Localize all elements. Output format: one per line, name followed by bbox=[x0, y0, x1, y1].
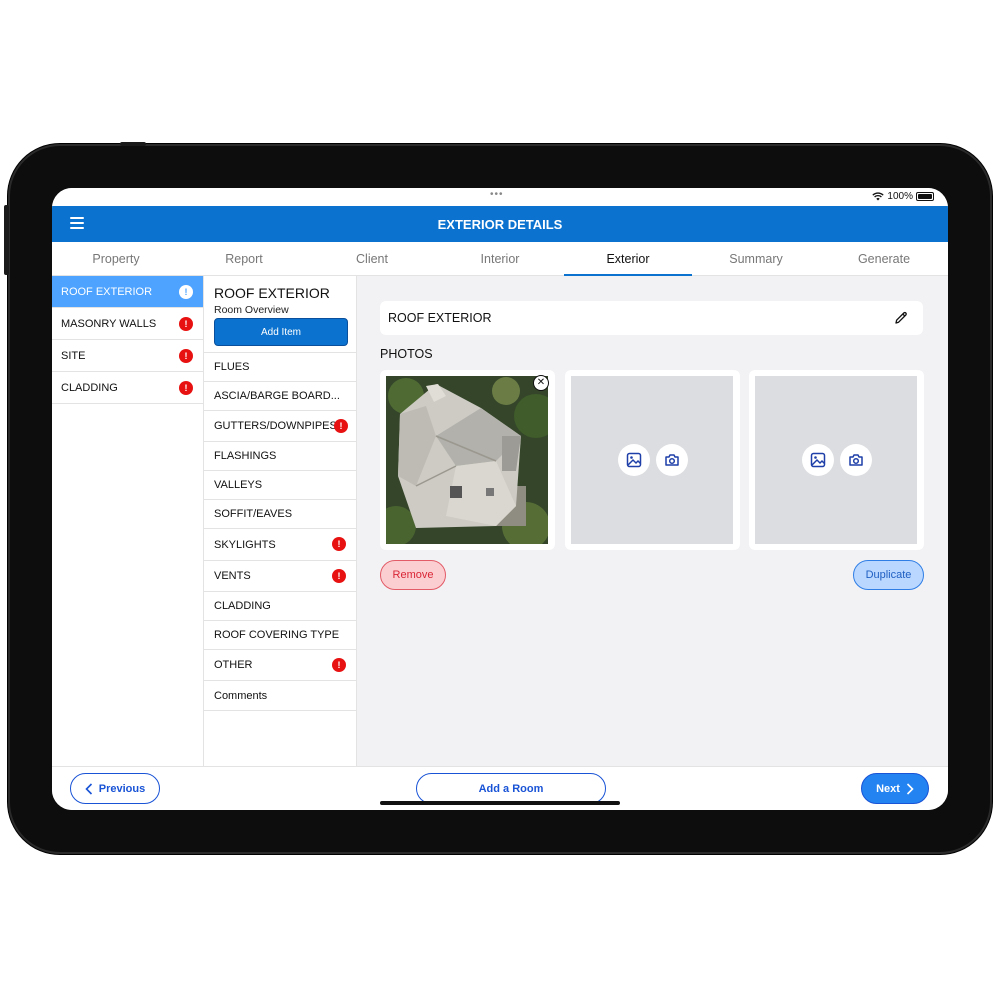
tab-exterior[interactable]: Exterior bbox=[564, 242, 692, 276]
alert-badge: ! bbox=[179, 285, 193, 299]
gallery-icon[interactable] bbox=[801, 444, 834, 476]
item-label: OTHER bbox=[214, 659, 253, 671]
tab-report[interactable]: Report bbox=[180, 242, 308, 275]
tab-bar: Property Report Client Interior Exterior… bbox=[52, 242, 948, 276]
camera-icon[interactable] bbox=[839, 444, 872, 476]
room-item-masonry-walls[interactable]: MASONRY WALLS ! bbox=[52, 308, 203, 340]
pencil-icon[interactable] bbox=[893, 310, 909, 326]
room-label: SITE bbox=[61, 349, 86, 362]
room-item-roof-exterior[interactable]: ROOF EXTERIOR ! bbox=[52, 276, 203, 308]
photo-card-2 bbox=[565, 370, 740, 550]
list-item[interactable]: ASCIA/BARGE BOARD... bbox=[204, 382, 356, 411]
app-header: EXTERIOR DETAILS bbox=[52, 206, 948, 242]
item-label: FLASHINGS bbox=[214, 450, 277, 462]
tab-summary[interactable]: Summary bbox=[692, 242, 820, 275]
item-label: FLUES bbox=[214, 361, 250, 373]
next-label: Next bbox=[876, 782, 900, 795]
list-item[interactable]: GUTTERS/DOWNPIPES ! bbox=[204, 411, 356, 442]
next-button[interactable]: Next bbox=[861, 773, 929, 804]
list-item[interactable]: FLUES bbox=[204, 353, 356, 382]
chevron-left-icon bbox=[85, 782, 92, 795]
room-label: MASONRY WALLS bbox=[61, 317, 157, 330]
item-label: ASCIA/BARGE BOARD... bbox=[214, 390, 340, 402]
list-item[interactable]: SKYLIGHTS ! bbox=[204, 529, 356, 561]
room-label: CLADDING bbox=[61, 381, 118, 394]
photo-actions bbox=[617, 444, 688, 476]
chevron-right-icon bbox=[906, 782, 914, 795]
alert-badge: ! bbox=[332, 569, 346, 583]
room-list: ROOF EXTERIOR ! MASONRY WALLS ! SITE ! C… bbox=[52, 276, 204, 766]
room-item-site[interactable]: SITE ! bbox=[52, 340, 203, 372]
item-label: VALLEYS bbox=[214, 479, 263, 491]
item-label: GUTTERS/DOWNPIPES bbox=[214, 420, 337, 432]
alert-badge: ! bbox=[332, 537, 346, 551]
roof-photo[interactable] bbox=[386, 376, 548, 544]
photo-card-1: ✕ bbox=[380, 370, 555, 550]
battery-icon bbox=[916, 192, 934, 201]
room-item-cladding[interactable]: CLADDING ! bbox=[52, 372, 203, 404]
photo-actions bbox=[801, 444, 872, 476]
alert-badge: ! bbox=[179, 317, 193, 331]
list-item[interactable]: FLASHINGS bbox=[204, 442, 356, 471]
alert-badge: ! bbox=[334, 419, 348, 433]
gallery-icon[interactable] bbox=[617, 444, 650, 476]
duplicate-button[interactable]: Duplicate bbox=[853, 560, 924, 590]
tab-generate[interactable]: Generate bbox=[820, 242, 948, 275]
page-title: EXTERIOR DETAILS bbox=[437, 217, 563, 232]
list-item[interactable]: Comments bbox=[204, 681, 356, 711]
main-panel: ROOF EXTERIOR PHOTOS ✕ Remove Duplicate bbox=[357, 276, 948, 766]
close-icon[interactable]: ✕ bbox=[533, 375, 549, 391]
item-label: SOFFIT/EAVES bbox=[214, 508, 293, 520]
app-screen: ••• 100% EXTERIOR DETAILS Property Repor… bbox=[52, 188, 948, 810]
tab-property[interactable]: Property bbox=[52, 242, 180, 275]
room-name: ROOF EXTERIOR bbox=[388, 311, 492, 325]
bottom-bar: Previous Add a Room Next bbox=[52, 766, 948, 810]
previous-label: Previous bbox=[98, 782, 146, 795]
add-item-button[interactable]: Add Item bbox=[214, 318, 348, 346]
list-item[interactable]: ROOF COVERING TYPE bbox=[204, 621, 356, 650]
list-item[interactable]: CLADDING bbox=[204, 592, 356, 621]
top-button bbox=[120, 142, 146, 146]
room-panel-title: ROOF EXTERIOR bbox=[214, 285, 330, 301]
item-label: SKYLIGHTS bbox=[214, 538, 276, 551]
roof-aerial-image bbox=[386, 376, 548, 544]
remove-button[interactable]: Remove bbox=[380, 560, 446, 590]
wifi-icon bbox=[872, 192, 885, 201]
multitask-dots[interactable]: ••• bbox=[490, 189, 504, 200]
previous-button[interactable]: Previous bbox=[70, 773, 160, 804]
status-right: 100% bbox=[872, 191, 934, 202]
tab-interior[interactable]: Interior bbox=[436, 242, 564, 275]
room-panel-header: ROOF EXTERIOR Room Overview Add Item bbox=[204, 276, 356, 353]
home-indicator bbox=[380, 801, 620, 805]
room-label: ROOF EXTERIOR bbox=[61, 285, 153, 298]
alert-badge: ! bbox=[179, 349, 193, 363]
alert-badge: ! bbox=[179, 381, 193, 395]
item-label: Comments bbox=[214, 689, 268, 702]
add-room-button[interactable]: Add a Room bbox=[416, 773, 606, 804]
list-item[interactable]: VALLEYS bbox=[204, 471, 356, 500]
photos-label: PHOTOS bbox=[380, 347, 433, 361]
battery-percent: 100% bbox=[887, 191, 913, 202]
photo-card-3 bbox=[749, 370, 924, 550]
camera-icon[interactable] bbox=[655, 444, 688, 476]
list-item[interactable]: VENTS ! bbox=[204, 561, 356, 592]
tab-client[interactable]: Client bbox=[308, 242, 436, 275]
status-bar: ••• 100% bbox=[52, 188, 948, 206]
item-label: ROOF COVERING TYPE bbox=[214, 629, 340, 641]
add-room-label: Add a Room bbox=[478, 782, 544, 795]
alert-badge: ! bbox=[332, 658, 346, 672]
room-item-panel: ROOF EXTERIOR Room Overview Add Item FLU… bbox=[204, 276, 357, 766]
item-label: CLADDING bbox=[214, 600, 271, 612]
item-label: VENTS bbox=[214, 570, 251, 582]
side-button bbox=[4, 205, 9, 275]
list-item[interactable]: SOFFIT/EAVES bbox=[204, 500, 356, 529]
list-item[interactable]: OTHER ! bbox=[204, 650, 356, 681]
room-panel-subtitle: Room Overview bbox=[214, 304, 289, 316]
room-name-field[interactable]: ROOF EXTERIOR bbox=[380, 301, 923, 335]
